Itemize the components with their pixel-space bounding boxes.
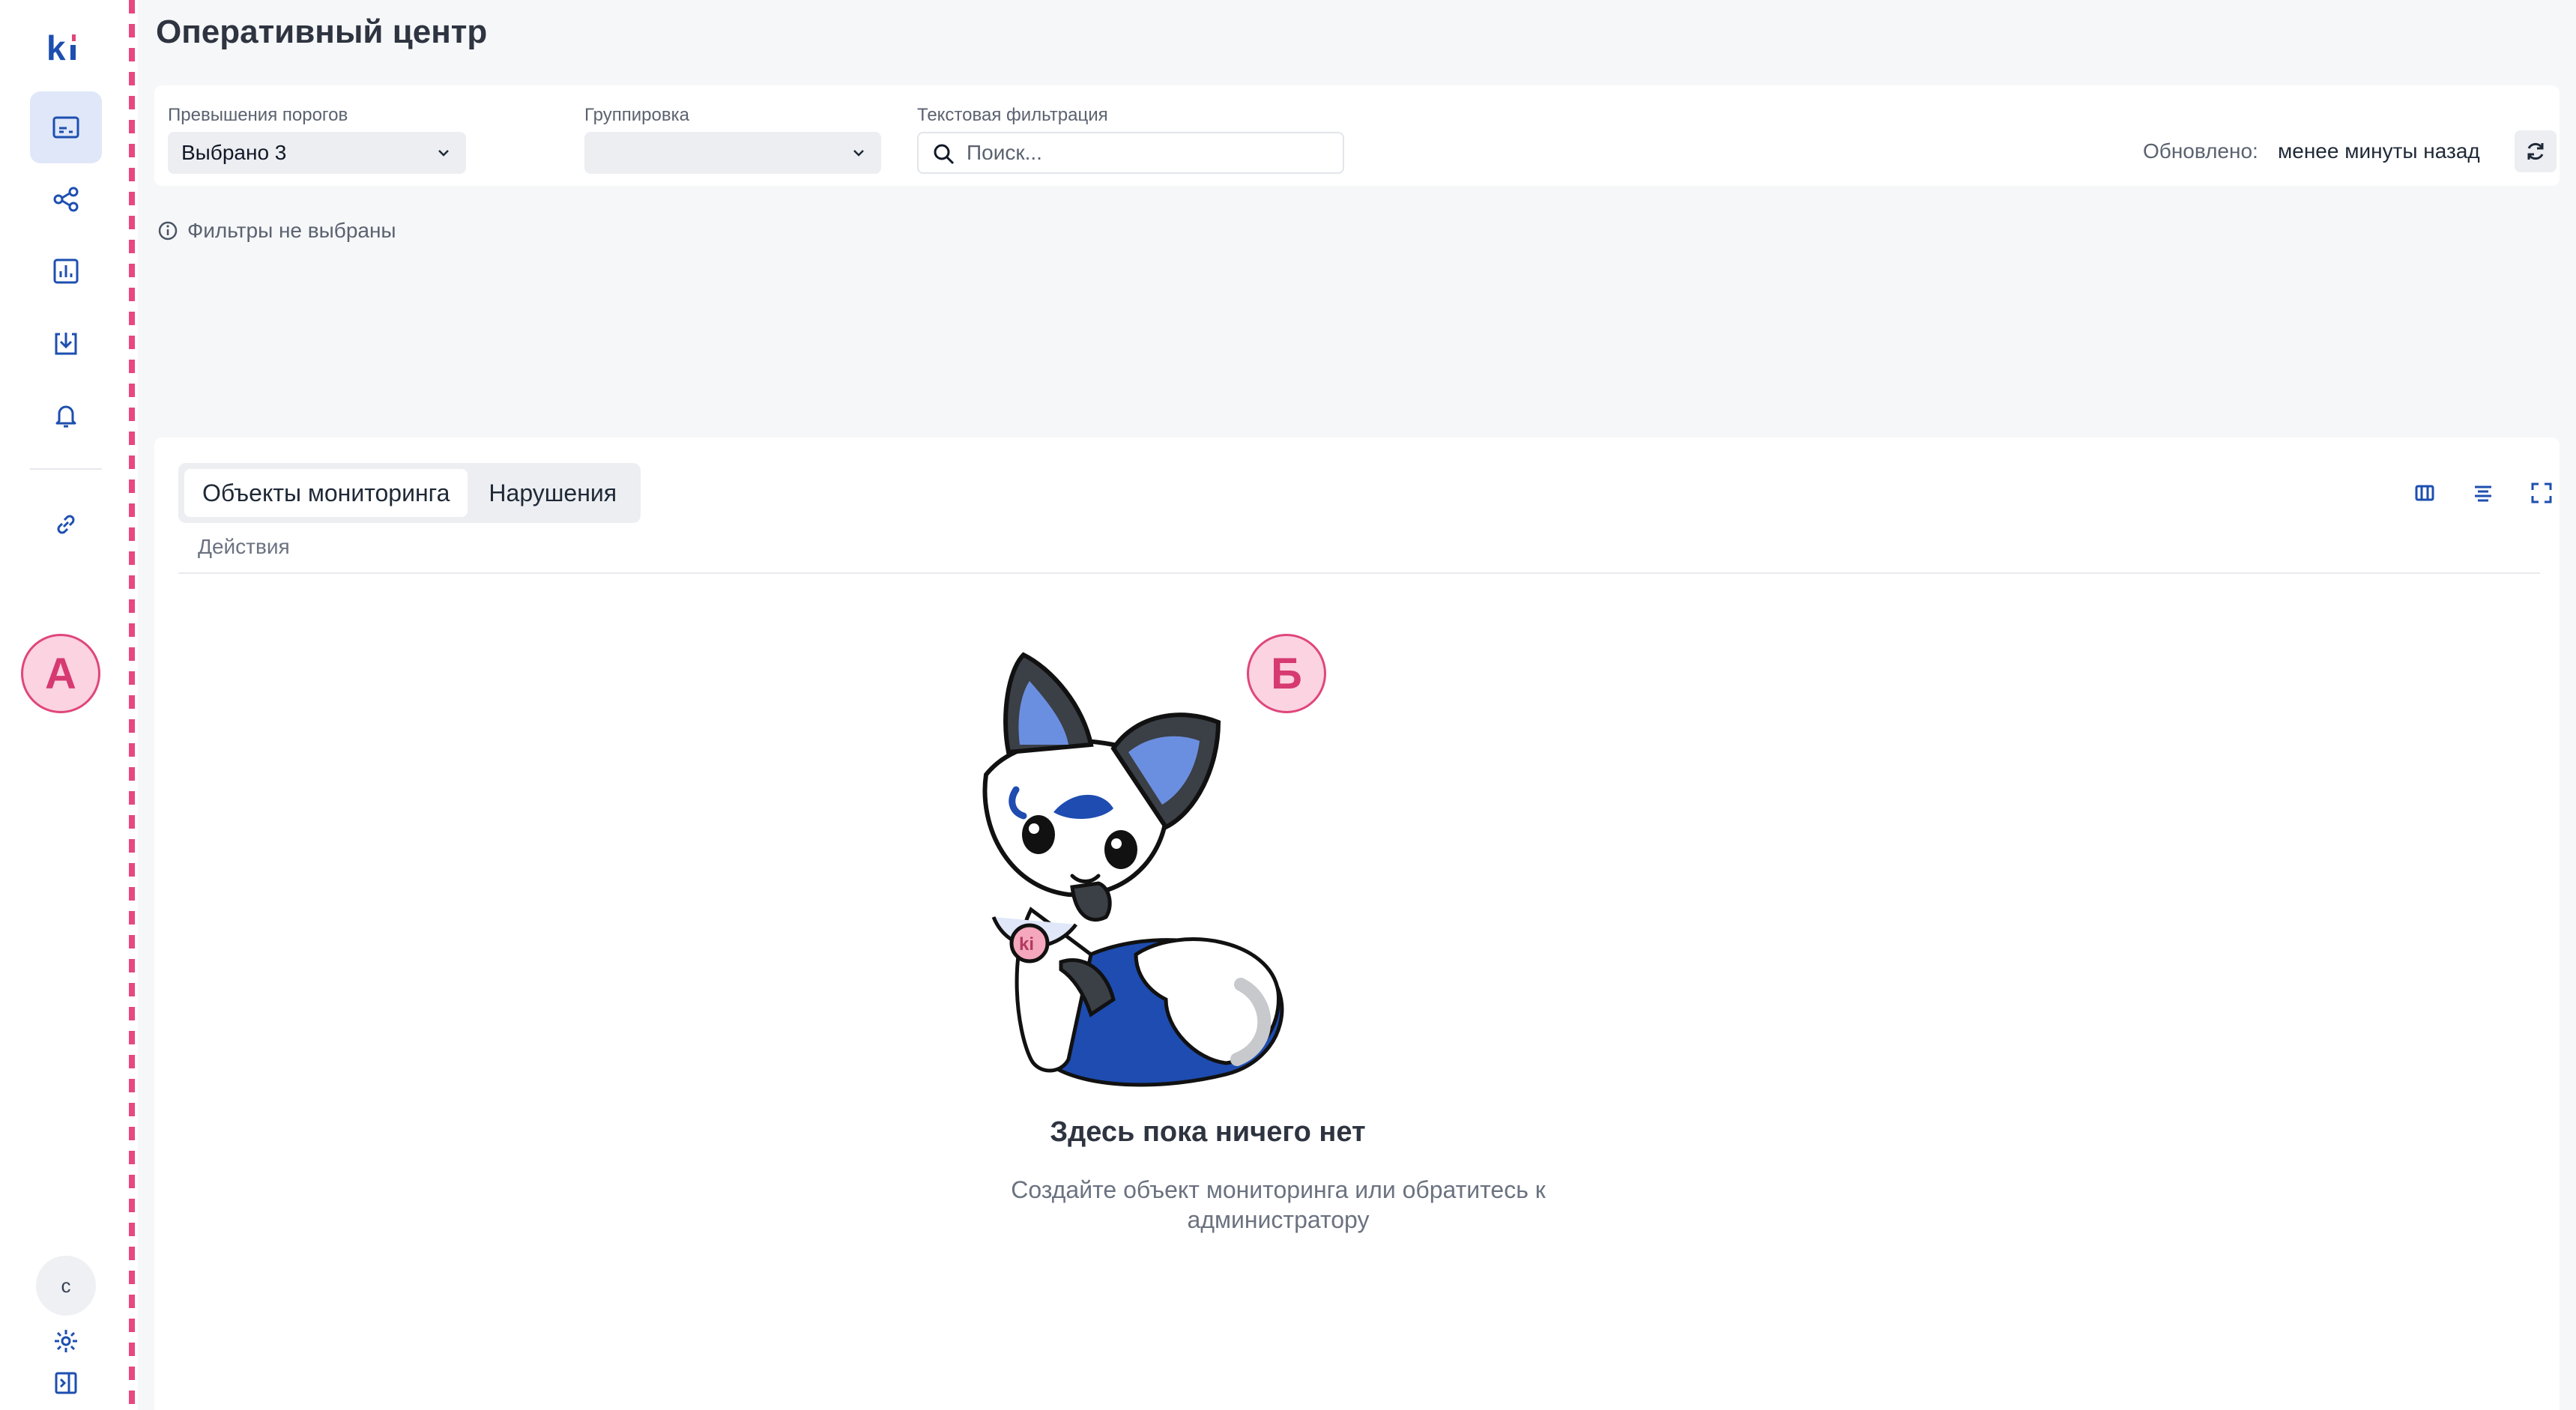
updated-value: менее минуты назад (2278, 139, 2480, 163)
empty-state-title: Здесь пока ничего нет (1050, 1116, 1366, 1148)
app-logo[interactable]: k (43, 25, 88, 70)
svg-text:ki: ki (1019, 934, 1034, 954)
page-title: Оперативный центр (156, 13, 488, 50)
annotation-marker-b: Б (1247, 634, 1326, 713)
align-icon (2475, 485, 2491, 502)
collapse-sidebar-icon (55, 1372, 77, 1394)
collapse-sidebar-button[interactable] (30, 1347, 102, 1410)
columns-button[interactable] (2407, 475, 2443, 511)
dashboard-icon (52, 116, 79, 139)
no-filters-text: Фильтры не выбраны (187, 219, 396, 242)
no-filters-notice: Фильтры не выбраны (157, 219, 396, 243)
text-filter-label: Текстовая фильтрация (917, 105, 1108, 125)
sidebar-item-notifications[interactable] (30, 379, 102, 451)
bell-icon (55, 405, 76, 428)
empty-state-text: Создайте объект мониторинга или обратите… (1011, 1176, 1546, 1233)
sidebar-divider (30, 468, 102, 470)
import-icon (55, 333, 77, 355)
filters-panel: Превышения порогов Выбрано 3 Группировка… (154, 85, 2560, 186)
thresholds-select-value: Выбрано 3 (181, 141, 287, 164)
tab-violations[interactable]: Нарушения (471, 469, 635, 517)
columns-icon (2415, 485, 2434, 501)
updated-label: Обновлено: (2143, 139, 2258, 163)
chart-icon (53, 258, 79, 284)
refresh-icon (2527, 142, 2544, 160)
tab-monitoring-objects[interactable]: Объекты мониторинга (184, 469, 468, 517)
chevron-down-icon (853, 150, 864, 157)
fullscreen-button[interactable] (2524, 475, 2560, 511)
align-button[interactable] (2465, 475, 2501, 511)
actions-divider (178, 572, 2540, 574)
topology-icon (53, 187, 79, 212)
content-panel: Объекты мониторинга Нарушения Действия k… (154, 438, 2560, 1410)
grouping-select[interactable] (584, 132, 881, 174)
info-icon (158, 221, 178, 240)
search-input[interactable] (967, 141, 1326, 165)
grouping-label: Группировка (584, 105, 689, 125)
actions-label: Действия (198, 535, 290, 558)
sidebar-item-reports[interactable] (30, 235, 102, 307)
thresholds-label: Превышения порогов (168, 105, 348, 125)
main-area: Оперативный центр Превышения порогов Выб… (138, 0, 2576, 1410)
sidebar-item-topology[interactable] (30, 163, 102, 235)
svg-text:k: k (46, 28, 66, 67)
annotation-marker-a: А (21, 634, 100, 713)
chevron-down-icon (438, 150, 449, 157)
link-icon (57, 515, 75, 534)
fullscreen-icon (2531, 482, 2552, 503)
sidebar-item-links[interactable] (30, 488, 102, 560)
sidebar-boundary-dashes (129, 0, 135, 1410)
thresholds-select[interactable]: Выбрано 3 (168, 132, 466, 174)
sidebar-item-import[interactable] (30, 307, 102, 379)
refresh-button[interactable] (2515, 130, 2557, 172)
search-icon (934, 144, 955, 165)
search-field[interactable] (917, 132, 1344, 174)
tab-bar: Объекты мониторинга Нарушения (178, 463, 641, 523)
fox-mascot-illustration: ki (982, 652, 1284, 1087)
sidebar-item-operations-center[interactable] (30, 91, 102, 163)
